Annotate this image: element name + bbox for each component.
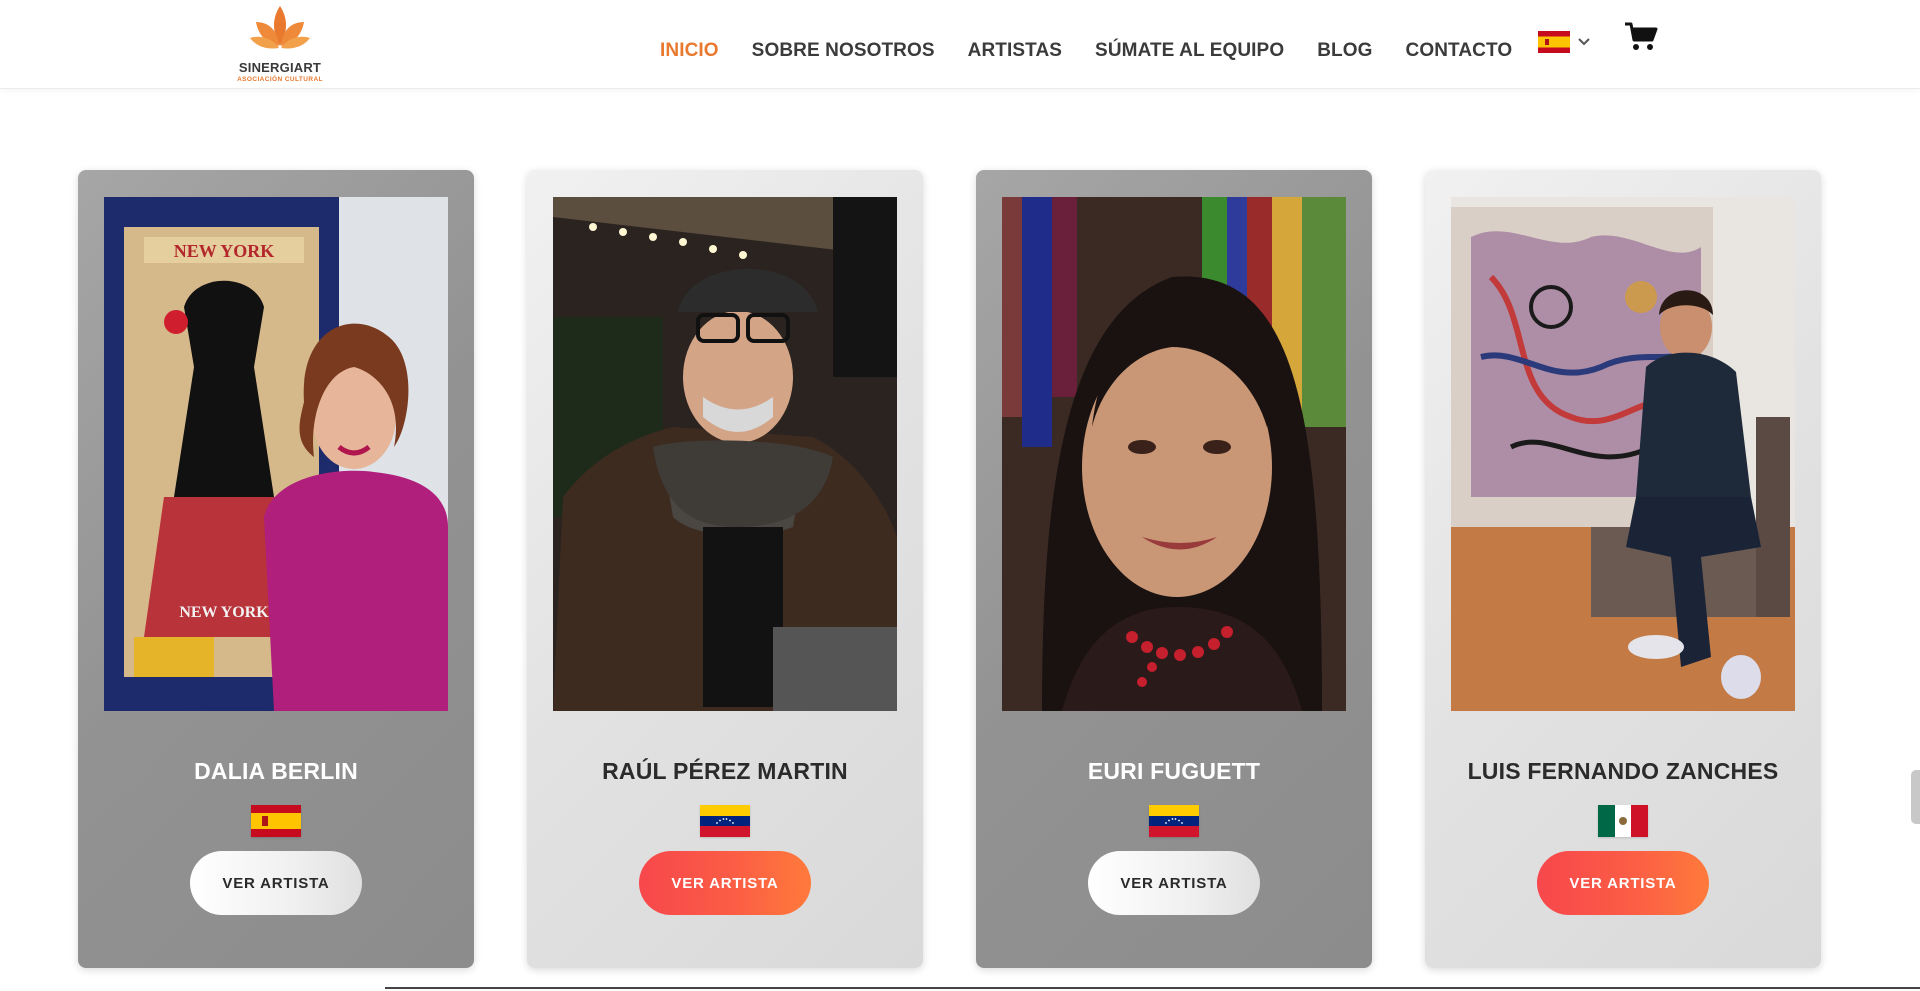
artist-photo: [553, 197, 897, 711]
lotus-logo-icon: [250, 6, 310, 49]
artist-card: EURI FUGUETT VER ARTISTA: [976, 170, 1372, 968]
artist-photo: [1451, 197, 1795, 711]
venezuela-flag-icon: [700, 805, 750, 837]
logo-subtitle: ASOCIACIÓN CULTURAL: [237, 76, 323, 83]
artist-name: RAÚL PÉREZ MARTIN: [602, 758, 848, 784]
artist-card: NEW YORK NEW YORK DALIA BERLIN VER ARTIS…: [78, 170, 474, 968]
divider: [385, 987, 1920, 989]
cart-icon[interactable]: [1624, 22, 1658, 52]
ver-artista-button[interactable]: VER ARTISTA: [639, 851, 811, 915]
spain-flag-icon: [1538, 31, 1570, 53]
ver-artista-button[interactable]: VER ARTISTA: [1088, 851, 1260, 915]
ver-artista-button[interactable]: VER ARTISTA: [1537, 851, 1709, 915]
nav-item-contacto[interactable]: CONTACTO: [1406, 40, 1513, 62]
artist-card: LUIS FERNANDO ZANCHES VER ARTISTA: [1425, 170, 1821, 968]
main-nav: INICIO SOBRE NOSOTROS ARTISTAS SÚMATE AL…: [660, 40, 1512, 62]
nav-item-blog[interactable]: BLOG: [1317, 40, 1372, 62]
nav-item-sobre-nosotros[interactable]: SOBRE NOSOTROS: [752, 40, 935, 62]
nav-item-artistas[interactable]: ARTISTAS: [968, 40, 1062, 62]
venezuela-flag-icon: [1149, 805, 1199, 837]
artist-photo: NEW YORK NEW YORK: [104, 197, 448, 711]
ver-artista-button[interactable]: VER ARTISTA: [190, 851, 362, 915]
artist-name: DALIA BERLIN: [194, 758, 358, 784]
mexico-flag-icon: [1598, 805, 1648, 837]
nav-item-sumate-al-equipo[interactable]: SÚMATE AL EQUIPO: [1095, 40, 1284, 62]
svg-text:NEW YORK: NEW YORK: [179, 604, 269, 621]
scrollbar-thumb[interactable]: [1911, 770, 1920, 824]
site-header: SINERGIART ASOCIACIÓN CULTURAL INICIO SO…: [0, 0, 1920, 89]
artist-card: RAÚL PÉREZ MARTIN VER ARTISTA: [527, 170, 923, 968]
artist-name: EURI FUGUETT: [1087, 758, 1261, 784]
spain-flag-icon: [251, 805, 301, 837]
logo-name: SINERGIART: [238, 60, 322, 75]
artist-photo: [1002, 197, 1346, 711]
site-logo[interactable]: SINERGIART ASOCIACIÓN CULTURAL: [232, 2, 328, 86]
svg-text:NEW YORK: NEW YORK: [174, 241, 275, 261]
artist-name: LUIS FERNANDO ZANCHES: [1467, 758, 1779, 784]
nav-item-inicio[interactable]: INICIO: [660, 40, 719, 62]
language-selector[interactable]: [1538, 31, 1590, 53]
chevron-down-icon: [1578, 38, 1590, 46]
